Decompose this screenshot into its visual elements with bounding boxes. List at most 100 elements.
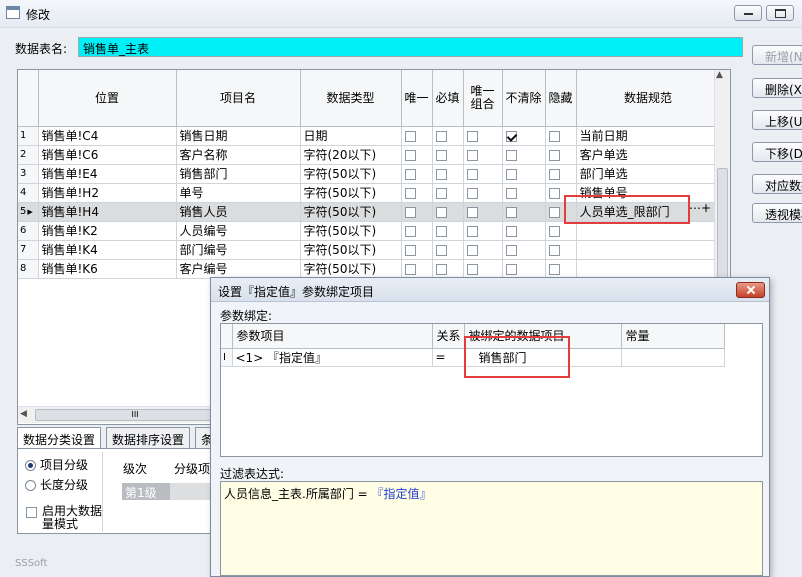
position-cell[interactable]: 销售单!H4 [38,202,177,222]
checkbox-icon[interactable] [466,206,478,218]
unique-cell[interactable] [401,259,433,279]
keep-cell[interactable] [502,183,546,203]
keep-cell[interactable] [502,259,546,279]
checkbox-icon[interactable] [505,263,517,275]
item-name-cell[interactable]: 客户名称 [176,145,301,165]
unique-cell[interactable] [401,126,433,146]
required-cell[interactable] [432,183,464,203]
data-type-cell[interactable]: 字符(50以下) [300,259,402,279]
grid-col-header-3[interactable]: 数据类型 [300,70,402,127]
horizontal-scroll-thumb[interactable]: III [35,409,235,421]
required-cell[interactable] [432,145,464,165]
keep-cell[interactable] [502,164,546,184]
unique-cell[interactable] [401,221,433,241]
first-level-cell[interactable]: 第1级 [122,483,170,500]
radio-item-level[interactable]: 项目分级 [25,456,88,473]
param-cell[interactable]: <1> 『指定值』 [232,348,433,367]
checkbox-icon[interactable] [404,263,416,275]
checkbox-icon[interactable] [404,206,416,218]
checkbox-icon[interactable] [466,244,478,256]
radio-length-level[interactable]: 长度分级 [25,476,88,493]
level-grid[interactable]: 级次 分级项 第1级 [102,452,219,532]
checkbox-icon[interactable] [404,130,416,142]
table-row[interactable]: 8 销售单!K6 客户编号 字符(50以下) [18,259,721,279]
data-type-cell[interactable]: 日期 [300,126,402,146]
position-cell[interactable]: 销售单!K2 [38,221,177,241]
unique-cell[interactable] [401,145,433,165]
table-name-input[interactable]: 销售单_主表 [78,37,743,57]
combo-cell[interactable] [463,259,503,279]
unique-cell[interactable] [401,240,433,260]
table-row[interactable]: 1 销售单!C4 销售日期 日期 当前日期 [18,126,721,146]
combo-cell[interactable] [463,183,503,203]
checkbox-icon[interactable] [505,225,517,237]
checkbox-icon[interactable] [505,206,517,218]
checkbox-icon[interactable] [466,225,478,237]
keep-cell[interactable] [502,202,546,222]
checkbox-icon[interactable] [404,149,416,161]
data-type-cell[interactable]: 字符(50以下) [300,183,402,203]
scroll-up-arrow-icon[interactable]: ▲ [716,70,723,80]
keep-cell[interactable] [502,221,546,241]
checkbox-icon[interactable] [548,149,560,161]
checkbox-icon[interactable] [404,168,416,180]
const-cell[interactable] [621,348,725,367]
hidden-cell[interactable] [545,145,577,165]
position-cell[interactable]: 销售单!H2 [38,183,177,203]
combo-cell[interactable] [463,164,503,184]
side-button-3[interactable]: 下移(D [752,142,802,162]
required-cell[interactable] [432,259,464,279]
item-name-cell[interactable]: 部门编号 [176,240,301,260]
grid-col-header-7[interactable]: 不清除 [502,70,546,127]
rule-cell[interactable] [576,259,721,279]
data-type-cell[interactable]: 字符(50以下) [300,202,402,222]
rule-cell[interactable]: 当前日期 [576,126,721,146]
required-cell[interactable] [432,164,464,184]
checkbox-icon[interactable] [466,149,478,161]
item-name-cell[interactable]: 销售人员 [176,202,301,222]
checkbox-icon[interactable] [404,244,416,256]
side-button-2[interactable]: 上移(U [752,110,802,130]
keep-cell[interactable] [502,126,546,146]
grid-col-header-8[interactable]: 隐藏 [545,70,577,127]
checkbox-icon[interactable] [435,168,447,180]
side-button-5[interactable]: 透视模板 [752,203,802,223]
checkbox-icon[interactable] [435,149,447,161]
keep-cell[interactable] [502,240,546,260]
item-name-cell[interactable]: 单号 [176,183,301,203]
checkbox-icon[interactable] [404,187,416,199]
item-name-cell[interactable]: 客户编号 [176,259,301,279]
checkbox-checked-icon[interactable] [505,130,517,142]
unique-cell[interactable] [401,164,433,184]
position-cell[interactable]: 销售单!E4 [38,164,177,184]
combo-cell[interactable] [463,145,503,165]
position-cell[interactable]: 销售单!K6 [38,259,177,279]
item-name-cell[interactable]: 销售部门 [176,164,301,184]
keep-cell[interactable] [502,145,546,165]
combo-cell[interactable] [463,202,503,222]
checkbox-icon[interactable] [466,187,478,199]
table-row[interactable]: 3 销售单!E4 销售部门 字符(50以下) 部门单选 [18,164,721,184]
required-cell[interactable] [432,240,464,260]
rule-cell[interactable]: 客户单选 [576,145,721,165]
unique-cell[interactable] [401,183,433,203]
combo-cell[interactable] [463,240,503,260]
checkbox-icon[interactable] [505,244,517,256]
checkbox-icon[interactable] [435,263,447,275]
tab-sort[interactable]: 数据排序设置 [106,427,191,449]
checkbox-icon[interactable] [466,263,478,275]
required-cell[interactable] [432,202,464,222]
grid-col-header-6[interactable]: 唯一组合 [463,70,503,127]
checkbox-icon[interactable] [435,244,447,256]
checkbox-icon[interactable] [548,263,560,275]
checkbox-icon[interactable] [505,187,517,199]
checkbox-icon[interactable] [466,130,478,142]
checkbox-icon[interactable] [548,168,560,180]
checkbox-icon[interactable] [435,206,447,218]
minimize-button[interactable] [734,5,762,21]
required-cell[interactable] [432,126,464,146]
tab-classify[interactable]: 数据分类设置 [17,427,102,449]
checkbox-icon[interactable] [435,130,447,142]
checkbox-icon[interactable] [548,225,560,237]
maximize-button[interactable] [766,5,794,21]
